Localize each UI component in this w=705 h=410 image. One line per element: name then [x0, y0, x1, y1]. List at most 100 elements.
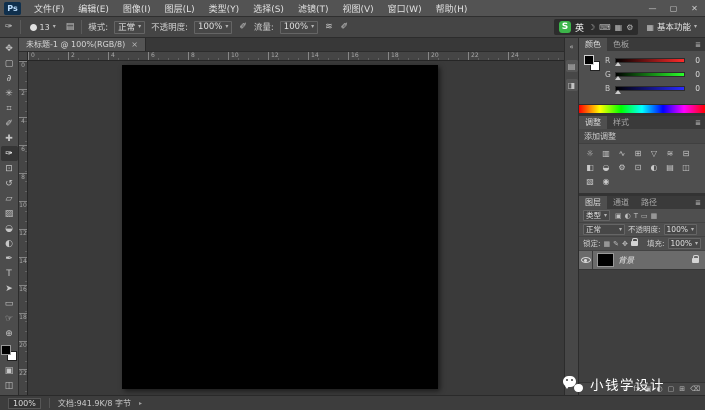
panel-menu-icon[interactable]: ≣ [691, 116, 705, 129]
filter-shape-icon[interactable]: ▭ [641, 212, 648, 220]
status-arrow-icon[interactable]: ▸ [139, 400, 142, 407]
menu-item[interactable]: 视图(V) [335, 0, 380, 16]
healing-brush-tool[interactable]: ✚ [1, 131, 18, 146]
panel-tab[interactable]: 通道 [607, 196, 635, 209]
history-brush-tool[interactable]: ↺ [1, 176, 18, 191]
panel-tab[interactable]: 样式 [607, 116, 635, 129]
channel-slider[interactable] [615, 58, 685, 63]
panel-menu-icon[interactable]: ≣ [691, 196, 705, 209]
posterize-icon[interactable]: ▤ [665, 162, 675, 172]
gradient-tool[interactable]: ▨ [1, 206, 18, 221]
color-ramp[interactable] [579, 104, 705, 113]
layer-filter-select[interactable]: 类型 ▾ [583, 210, 610, 221]
pen-tool[interactable]: ✒ [1, 251, 18, 266]
panel-tab[interactable]: 图层 [579, 196, 607, 209]
ruler-corner[interactable] [19, 52, 28, 61]
toggle-brush-panel-icon[interactable]: ▤ [65, 22, 76, 32]
wrench-icon[interactable]: ⚙ [626, 23, 633, 32]
filter-smart-icon[interactable]: ▦ [651, 212, 658, 220]
mode-select[interactable]: 正常 ▾ [114, 21, 145, 34]
airbrush-icon[interactable]: ≋ [324, 22, 334, 32]
toolbox-icon[interactable]: ▦ [615, 23, 623, 32]
lock-position-icon[interactable]: ✥ [622, 240, 628, 248]
filter-adjustment-icon[interactable]: ◐ [625, 212, 631, 220]
crop-tool[interactable]: ⌗ [1, 101, 18, 116]
dodge-tool[interactable]: ◐ [1, 236, 18, 251]
exposure-icon[interactable]: ⊞ [633, 148, 643, 158]
channel-value[interactable]: 0 [688, 84, 700, 93]
lock-all-icon[interactable] [631, 241, 638, 246]
menu-item[interactable]: 窗口(W) [381, 0, 429, 16]
layer-thumbnail[interactable] [597, 253, 614, 267]
opacity-select[interactable]: 100% ▾ [194, 21, 232, 34]
layer-visibility-toggle[interactable] [579, 251, 593, 269]
pressure-opacity-icon[interactable]: ✐ [238, 22, 248, 32]
photo-filter-icon[interactable]: ◒ [601, 162, 611, 172]
fill-select[interactable]: 100% ▾ [668, 238, 701, 249]
brush-tool[interactable]: ✑ [1, 146, 18, 161]
menu-item[interactable]: 文件(F) [27, 0, 71, 16]
menu-item[interactable]: 滤镜(T) [291, 0, 336, 16]
menu-item[interactable]: 选择(S) [246, 0, 291, 16]
channel-mixer-icon[interactable]: ⚙ [617, 162, 627, 172]
ime-language-toggle[interactable]: 英 [575, 21, 584, 34]
color-balance-icon[interactable]: ⊟ [681, 148, 691, 158]
levels-icon[interactable]: ▥ [601, 148, 611, 158]
channel-value[interactable]: 0 [688, 70, 700, 79]
layer-row-background[interactable]: 背景 [579, 251, 705, 270]
brush-preset-picker[interactable]: 13 ▾ [27, 23, 59, 32]
expand-panels-icon[interactable]: « [566, 41, 578, 53]
zoom-level-field[interactable]: 100% [8, 398, 41, 409]
maximize-button[interactable]: ▢ [663, 0, 684, 16]
eyedropper-tool[interactable]: ✐ [1, 116, 18, 131]
rect-marquee-tool[interactable]: ▢ [1, 56, 18, 71]
menu-item[interactable]: 帮助(H) [429, 0, 475, 16]
channel-value[interactable]: 0 [688, 56, 700, 65]
vibrance-icon[interactable]: ▽ [649, 148, 659, 158]
selective-color-icon[interactable]: ◉ [601, 176, 611, 186]
filter-type-icon[interactable]: T [634, 212, 638, 220]
lock-transparency-icon[interactable]: ▦ [604, 240, 611, 248]
panel-tab[interactable]: 颜色 [579, 38, 607, 51]
foreground-color-swatch[interactable] [1, 345, 11, 355]
quick-selection-tool[interactable]: ✳ [1, 86, 18, 101]
pressure-size-icon[interactable]: ✐ [340, 22, 350, 32]
menu-item[interactable]: 编辑(E) [71, 0, 116, 16]
menu-item[interactable]: 图像(I) [116, 0, 158, 16]
panel-tab[interactable]: 路径 [635, 196, 663, 209]
workspace-switcher[interactable]: ▦ 基本功能 ▾ [646, 21, 697, 33]
screen-mode-tool[interactable]: ◫ [1, 378, 18, 393]
filter-pixel-icon[interactable]: ▣ [615, 212, 622, 220]
black-white-icon[interactable]: ◧ [585, 162, 595, 172]
curves-icon[interactable]: ∿ [617, 148, 627, 158]
shape-tool[interactable]: ▭ [1, 296, 18, 311]
color-lookup-icon[interactable]: ⊡ [633, 162, 643, 172]
panel-tab[interactable]: 调整 [579, 116, 607, 129]
foreground-color-swatch[interactable] [584, 55, 594, 65]
threshold-icon[interactable]: ◫ [681, 162, 691, 172]
blur-tool[interactable]: ◒ [1, 221, 18, 236]
channel-slider[interactable] [615, 72, 685, 77]
clone-stamp-tool[interactable]: ⊡ [1, 161, 18, 176]
invert-icon[interactable]: ◐ [649, 162, 659, 172]
sogou-logo[interactable]: S [559, 21, 571, 33]
moon-icon[interactable]: ☽ [588, 23, 595, 32]
hue-saturation-icon[interactable]: ≋ [665, 148, 675, 158]
document-tab[interactable]: 未标题-1 @ 100%(RGB/8) × [19, 38, 146, 51]
gradient-map-icon[interactable]: ▧ [585, 176, 595, 186]
flow-select[interactable]: 100% ▾ [280, 21, 318, 34]
close-tab-icon[interactable]: × [131, 40, 138, 49]
move-tool[interactable]: ✥ [1, 41, 18, 56]
channel-slider[interactable] [615, 86, 685, 91]
minimize-button[interactable]: — [642, 0, 663, 16]
menu-item[interactable]: 类型(Y) [202, 0, 247, 16]
lock-paint-icon[interactable]: ✎ [613, 240, 619, 248]
layer-opacity-select[interactable]: 100% ▾ [664, 224, 697, 235]
history-panel-icon[interactable]: ▤ [566, 60, 578, 72]
zoom-tool[interactable]: ⊕ [1, 326, 18, 341]
quick-mask-tool[interactable]: ▣ [1, 363, 18, 378]
keyboard-icon[interactable]: ⌨ [599, 23, 611, 32]
delete-layer-icon[interactable]: ⌫ [690, 385, 700, 393]
brightness-contrast-icon[interactable]: ☼ [585, 148, 595, 158]
new-layer-icon[interactable]: ⊞ [679, 385, 685, 393]
